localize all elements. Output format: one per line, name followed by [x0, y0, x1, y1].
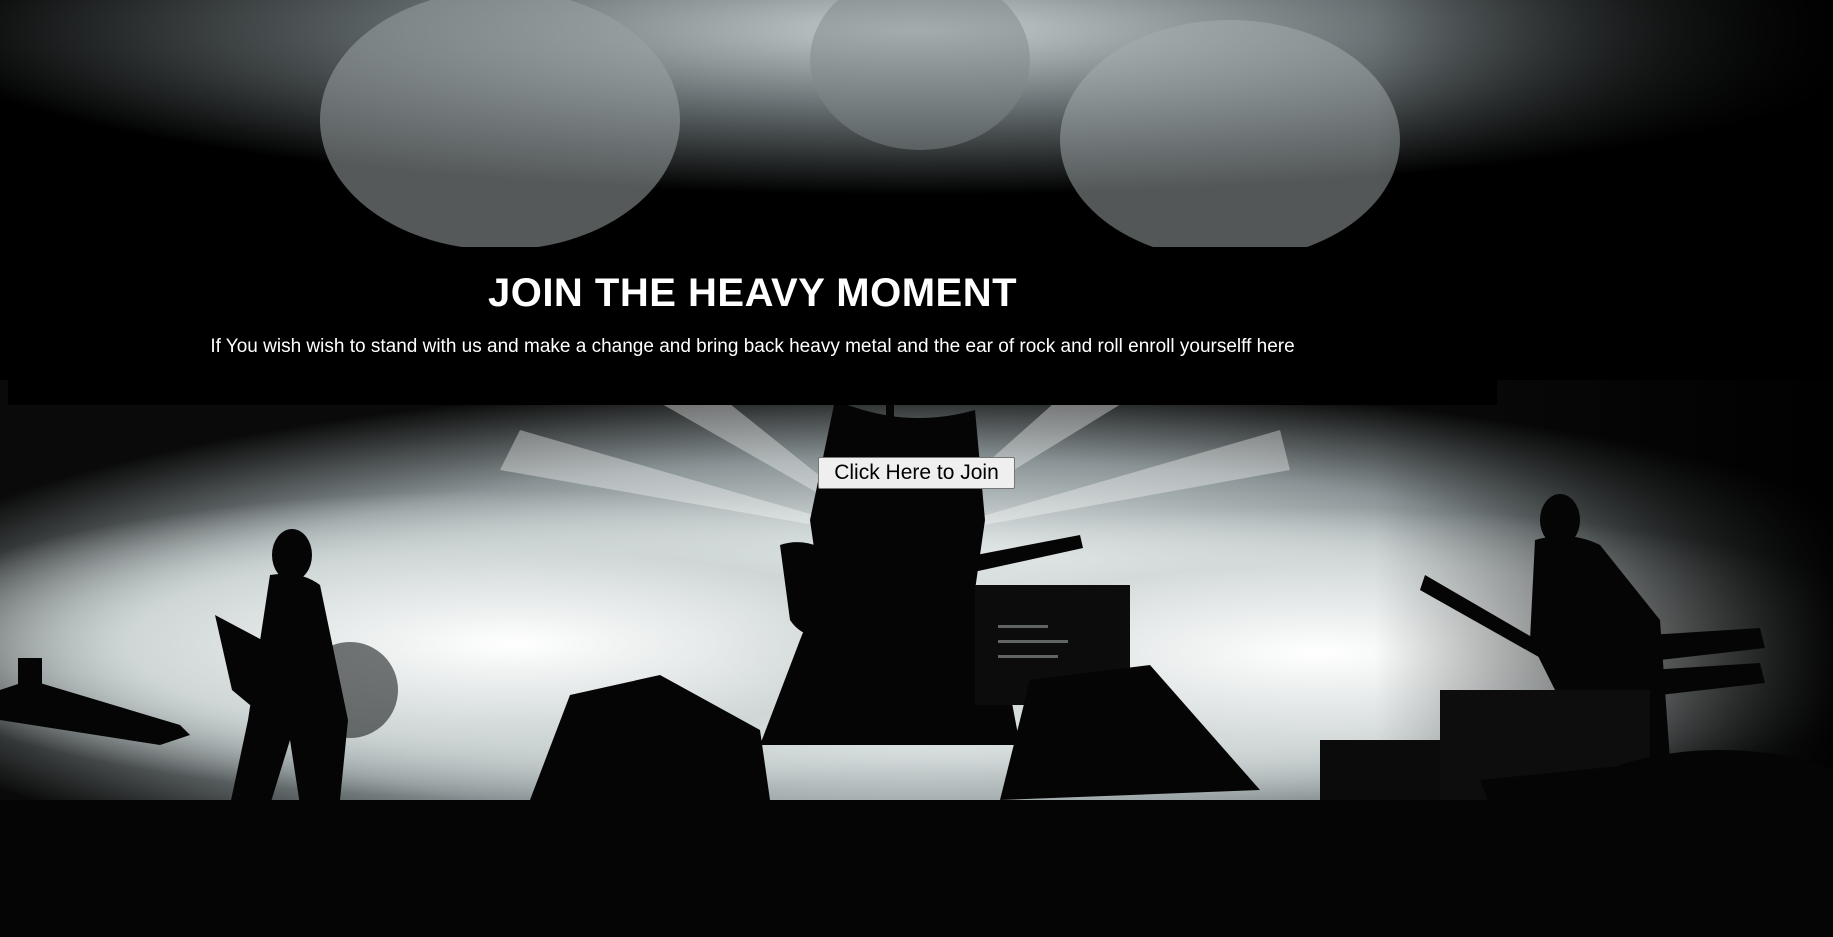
- hero-title: JOIN THE HEAVY MOMENT: [487, 271, 1018, 315]
- page: JOIN THE HEAVY MOMENT If You wish wish t…: [0, 0, 1833, 937]
- hero-banner: JOIN THE HEAVY MOMENT If You wish wish t…: [8, 247, 1497, 405]
- hero-subtitle: If You wish wish to stand with us and ma…: [210, 336, 1295, 357]
- join-button[interactable]: Click Here to Join: [818, 457, 1015, 489]
